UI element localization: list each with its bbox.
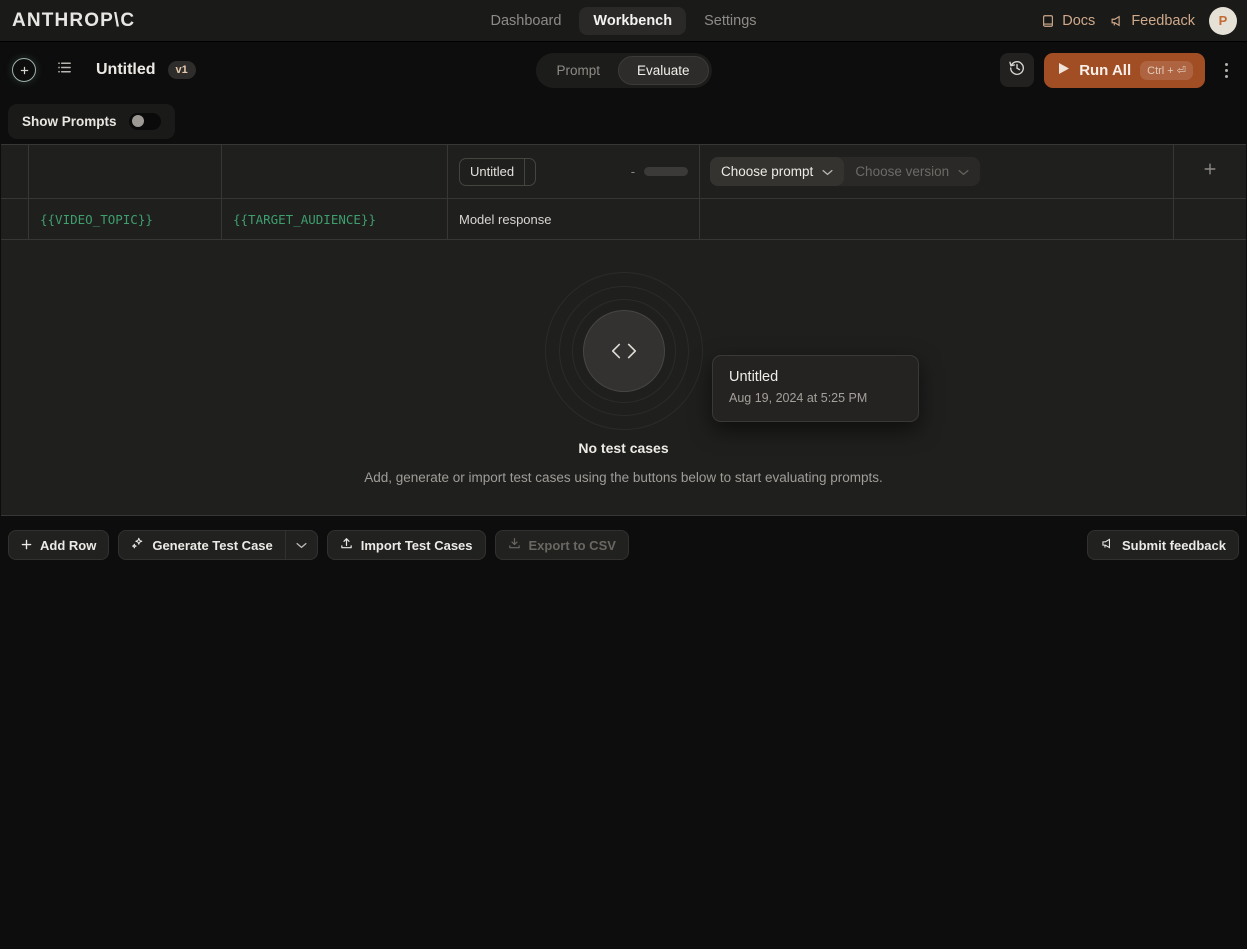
code-brackets-icon: [583, 310, 665, 392]
generate-test-case-label: Generate Test Case: [152, 538, 272, 553]
nav-item-settings[interactable]: Settings: [690, 7, 770, 35]
view-mode-tabs: Prompt Evaluate: [535, 53, 711, 88]
prompt-list-button[interactable]: [50, 56, 78, 84]
metric-dash: -: [631, 164, 635, 179]
submit-feedback-label: Submit feedback: [1122, 538, 1226, 553]
tab-evaluate[interactable]: Evaluate: [618, 56, 709, 85]
add-row-label: Add Row: [40, 538, 96, 553]
metric-skeleton-bar: [644, 167, 688, 176]
choose-prompt-label: Choose prompt: [721, 164, 813, 179]
variable-1-cell[interactable]: {{VIDEO_TOPIC}}: [29, 199, 222, 239]
run-all-button[interactable]: Run All Ctrl + ⏎: [1044, 53, 1205, 88]
avatar[interactable]: P: [1209, 7, 1237, 35]
submit-feedback-button[interactable]: Submit feedback: [1087, 530, 1239, 560]
import-test-cases-button[interactable]: Import Test Cases: [327, 530, 486, 560]
row-number-cell: [1, 199, 29, 239]
dropdown-item-subtitle: Aug 19, 2024 at 5:25 PM: [729, 391, 902, 405]
export-to-csv-label: Export to CSV: [529, 538, 616, 553]
plus-icon-add-row: [21, 538, 32, 553]
generate-test-case-button[interactable]: Generate Test Case: [119, 531, 284, 559]
variable-2-cell[interactable]: {{TARGET_AUDIENCE}}: [222, 199, 448, 239]
header-choose-prompt-cell: Choose prompt Choose version: [700, 145, 1174, 198]
nav-item-workbench[interactable]: Workbench: [579, 7, 686, 35]
chevron-down-icon: [822, 164, 833, 179]
model-response-label: Model response: [459, 212, 552, 227]
empty-state: No test cases Add, generate or import te…: [1, 240, 1246, 515]
run-all-label: Run All: [1079, 62, 1131, 79]
feedback-link[interactable]: Feedback: [1109, 13, 1195, 29]
choose-version-label: Choose version: [855, 164, 949, 179]
history-icon: [1008, 59, 1026, 82]
prompt-column-cell: [700, 199, 1174, 239]
download-icon: [508, 537, 521, 553]
header-model-response-cell: Untitled v1 -: [448, 145, 700, 198]
selected-prompt-pill[interactable]: Untitled v1: [459, 158, 536, 186]
prompt-dropdown-menu: Untitled Aug 19, 2024 at 5:25 PM: [712, 355, 919, 422]
header-variable-1-cell: [29, 145, 222, 198]
variable-1-name: {{VIDEO_TOPIC}}: [40, 212, 153, 227]
header-row-number-cell: [1, 145, 29, 198]
megaphone-icon: [1109, 14, 1124, 28]
nav-right-group: Docs Feedback P: [1041, 7, 1247, 35]
generate-test-case-caret[interactable]: [285, 531, 317, 559]
plus-circle-icon: [12, 58, 36, 82]
selected-prompt-version: v1: [525, 159, 536, 185]
add-column-cell-body: [1174, 199, 1246, 239]
show-prompts-label: Show Prompts: [22, 114, 117, 129]
show-prompts-switch[interactable]: [129, 113, 161, 130]
list-icon: [56, 59, 73, 81]
empty-state-graphic: [544, 271, 704, 431]
test-case-table: Untitled v1 - Choose prompt Choose versi…: [1, 144, 1246, 516]
docs-link[interactable]: Docs: [1041, 13, 1095, 29]
docs-label: Docs: [1062, 13, 1095, 29]
show-prompts-toggle-group[interactable]: Show Prompts: [8, 104, 175, 139]
toggle-knob: [132, 115, 144, 127]
generate-test-case-split-button: Generate Test Case: [118, 530, 317, 560]
book-icon: [1041, 14, 1055, 28]
chevron-down-icon-version: [958, 164, 969, 179]
selected-prompt-name: Untitled: [460, 159, 525, 185]
prompt-selector-group: Choose prompt Choose version: [710, 157, 980, 186]
empty-state-subtitle: Add, generate or import test cases using…: [364, 470, 883, 485]
primary-nav: Dashboard Workbench Settings: [476, 7, 770, 35]
megaphone-icon-feedback: [1100, 537, 1114, 553]
table-header-row: Untitled v1 - Choose prompt Choose versi…: [1, 145, 1246, 199]
workbench-toolbar: Untitled v1 Prompt Evaluate Run All Ctrl…: [0, 42, 1247, 98]
feedback-label: Feedback: [1131, 13, 1195, 29]
nav-item-dashboard[interactable]: Dashboard: [476, 7, 575, 35]
toolbar-actions: Run All Ctrl + ⏎: [1000, 53, 1237, 88]
top-navigation-bar: ANTHROP\C Dashboard Workbench Settings D…: [0, 0, 1247, 42]
play-icon: [1058, 62, 1070, 79]
history-button[interactable]: [1000, 53, 1034, 87]
plus-icon: [1203, 162, 1217, 181]
variable-2-name: {{TARGET_AUDIENCE}}: [233, 212, 376, 227]
kebab-menu-icon[interactable]: [1215, 55, 1237, 85]
brand-logo: ANTHROP\C: [0, 10, 135, 32]
run-all-shortcut: Ctrl + ⏎: [1140, 61, 1193, 80]
import-test-cases-label: Import Test Cases: [361, 538, 473, 553]
add-row-button[interactable]: Add Row: [8, 530, 109, 560]
page-title: Untitled: [96, 61, 156, 79]
empty-state-title: No test cases: [578, 440, 668, 456]
bottom-action-bar: Add Row Generate Test Case Import Test C…: [0, 524, 1247, 566]
dropdown-item-title[interactable]: Untitled: [729, 369, 902, 385]
header-variable-2-cell: [222, 145, 448, 198]
export-to-csv-button[interactable]: Export to CSV: [495, 530, 629, 560]
sparkle-icon: [131, 537, 144, 553]
upload-icon: [340, 537, 353, 553]
choose-prompt-dropdown[interactable]: Choose prompt: [710, 157, 844, 186]
add-prompt-button[interactable]: [10, 56, 38, 84]
model-response-cell: Model response: [448, 199, 700, 239]
choose-version-dropdown[interactable]: Choose version: [844, 157, 980, 186]
version-badge[interactable]: v1: [168, 61, 196, 79]
add-column-button[interactable]: [1174, 145, 1246, 198]
table-variable-row: {{VIDEO_TOPIC}} {{TARGET_AUDIENCE}} Mode…: [1, 199, 1246, 240]
show-prompts-row: Show Prompts: [0, 98, 1247, 144]
tab-prompt[interactable]: Prompt: [538, 57, 618, 84]
